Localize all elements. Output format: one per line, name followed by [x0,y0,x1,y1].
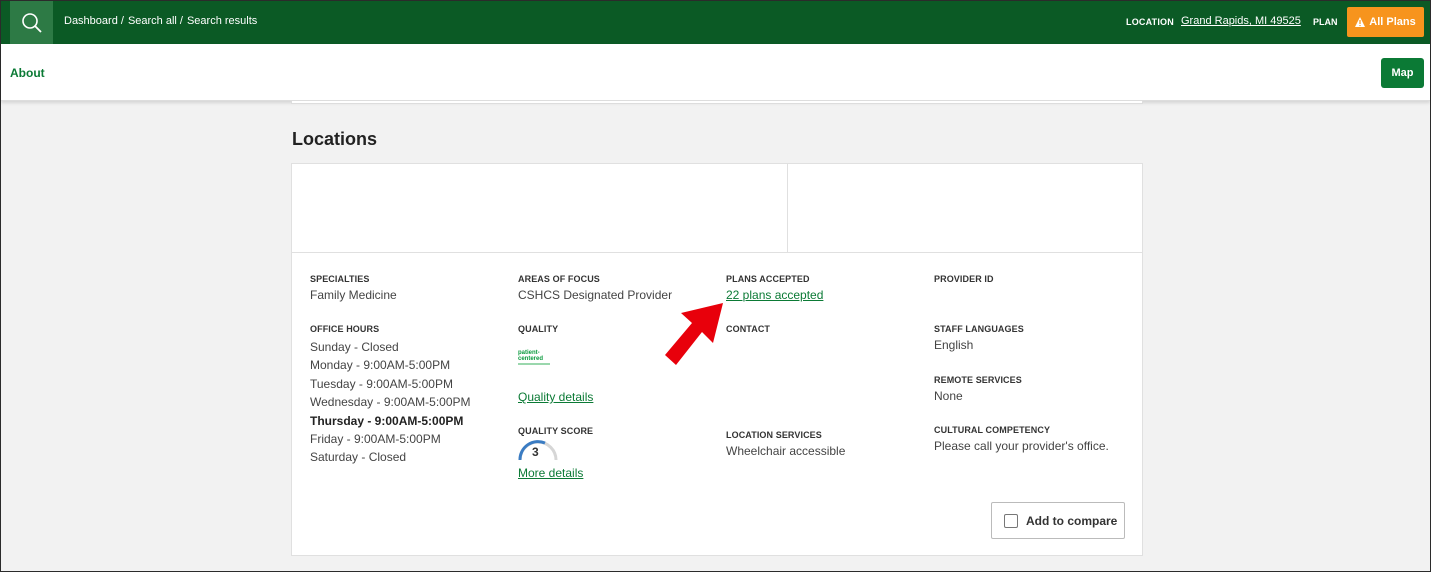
location-services-label: LOCATION SERVICES [726,430,822,440]
quality-score-label: QUALITY SCORE [518,426,594,436]
all-plans-button[interactable]: All Plans [1347,7,1424,37]
hours-sunday: Sunday - Closed [310,340,399,354]
more-details-link[interactable]: More details [518,466,583,480]
cultural-competency-value: Please call your provider's office. [934,439,1109,453]
location-services-value: Wheelchair accessible [726,444,846,458]
top-header: Dashboard / Search all / Search results … [1,1,1430,44]
specialties-value: Family Medicine [310,288,397,302]
hours-thursday: Thursday - 9:00AM-5:00PM [310,413,464,428]
warning-icon [1355,17,1366,27]
quality-score-gauge: 3 [518,440,558,462]
plans-accepted-label: PLANS ACCEPTED [726,274,810,284]
quality-score-value: 3 [532,445,539,459]
plan-label: PLAN [1313,17,1338,27]
location-label: LOCATION [1126,17,1174,27]
plans-accepted-link[interactable]: 22 plans accepted [726,288,823,302]
annotation-arrow-icon [665,303,723,365]
breadcrumb-search-all[interactable]: Search all / [128,15,183,27]
sub-navigation: About Map [1,44,1430,101]
specialties-label: SPECIALTIES [310,274,370,284]
quality-label: QUALITY [518,324,559,334]
staff-languages-value: English [934,338,974,352]
provider-id-label: PROVIDER ID [934,274,994,284]
cultural-competency-label: CULTURAL COMPETENCY [934,425,1051,435]
pcmh-logo: patient- centered [518,350,554,368]
hours-monday: Monday - 9:00AM-5:00PM [310,358,451,373]
search-icon [21,12,42,33]
map-button[interactable]: Map [1381,58,1424,88]
areas-of-focus-label: AREAS OF FOCUS [518,274,600,284]
breadcrumb-search-results: Search results [186,15,258,27]
contact-label: CONTACT [726,324,771,334]
location-link[interactable]: Grand Rapids, MI 49525 [1181,15,1301,27]
all-plans-label: All Plans [1369,16,1416,28]
pcmh-logo-line2: centered [518,356,544,362]
remote-services-value: None [934,389,963,403]
office-hours-label: OFFICE HOURS [310,324,380,334]
areas-of-focus-value: CSHCS Designated Provider [518,288,673,302]
card-divider [787,164,788,253]
breadcrumb-dashboard[interactable]: Dashboard / [64,15,124,27]
add-to-compare-button[interactable]: Add to compare [991,502,1125,539]
hours-tuesday: Tuesday - 9:00AM-5:00PM [310,376,453,391]
location-card-header [292,164,1142,253]
add-to-compare-label: Add to compare [1026,513,1118,528]
hours-wednesday: Wednesday - 9:00AM-5:00PM [310,395,471,410]
breadcrumb: Dashboard / Search all / Search results [64,15,257,27]
office-hours-list: Sunday - Closed Monday - 9:00AM-5:00PM T… [310,338,471,467]
previous-card-edge [291,101,1143,104]
hours-friday: Friday - 9:00AM-5:00PM [310,432,441,447]
remote-services-label: REMOTE SERVICES [934,375,1022,385]
staff-languages-label: STAFF LANGUAGES [934,324,1024,334]
quality-details-link[interactable]: Quality details [518,390,593,404]
locations-heading: Locations [292,129,378,149]
about-link[interactable]: About [10,66,45,80]
search-button[interactable] [10,1,53,44]
hours-saturday: Saturday - Closed [310,450,407,465]
checkbox-icon[interactable] [1004,513,1018,528]
